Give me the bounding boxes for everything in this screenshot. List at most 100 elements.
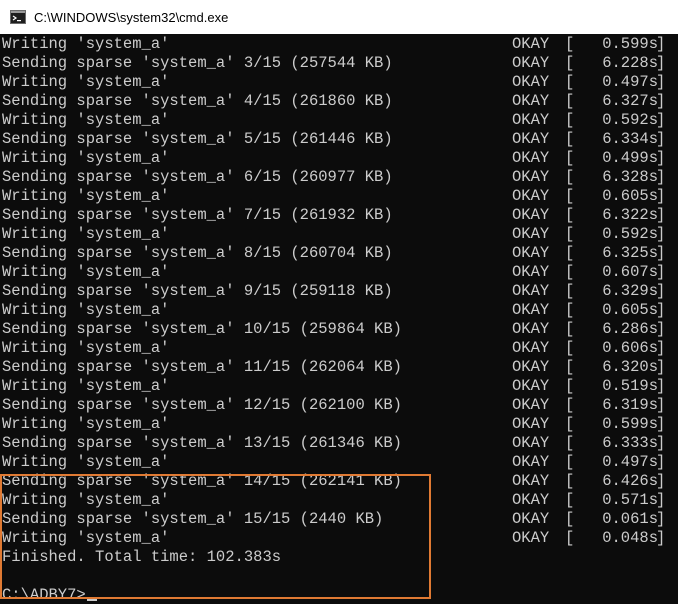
bracket-close: ]: [656, 472, 666, 490]
bracket-close: ]: [656, 415, 666, 433]
elapsed-time: 6.334s: [602, 130, 658, 148]
status-okay: OKAY: [512, 149, 550, 167]
elapsed-time: 6.329s: [602, 282, 658, 300]
log-message: Writing 'system_a': [2, 453, 170, 471]
elapsed-time: 0.497s: [602, 73, 658, 91]
log-line: Sending sparse 'system_a' 12/15 (262100 …: [2, 396, 678, 415]
log-message: Writing 'system_a': [2, 35, 170, 53]
log-message: Writing 'system_a': [2, 415, 170, 433]
elapsed-time: 0.497s: [602, 453, 658, 471]
bracket-close: ]: [656, 225, 666, 243]
elapsed-time: 0.599s: [602, 35, 658, 53]
bracket-close: ]: [656, 130, 666, 148]
log-message: Writing 'system_a': [2, 301, 170, 319]
elapsed-time: 6.322s: [602, 206, 658, 224]
log-line: Sending sparse 'system_a' 5/15 (261446 K…: [2, 130, 678, 149]
bracket-close: ]: [656, 54, 666, 72]
log-message: Writing 'system_a': [2, 149, 170, 167]
log-line: Sending sparse 'system_a' 7/15 (261932 K…: [2, 206, 678, 225]
log-message: Writing 'system_a': [2, 73, 170, 91]
log-message: Writing 'system_a': [2, 263, 170, 281]
status-okay: OKAY: [512, 35, 550, 53]
log-message: Writing 'system_a': [2, 377, 170, 395]
log-line: Writing 'system_a' OKAY[0.499s]: [2, 149, 678, 168]
log-message: Sending sparse 'system_a' 3/15 (257544 K…: [2, 54, 393, 72]
status-okay: OKAY: [512, 491, 550, 509]
elapsed-time: 0.499s: [602, 149, 658, 167]
elapsed-time: 0.519s: [602, 377, 658, 395]
status-okay: OKAY: [512, 130, 550, 148]
log-message: Sending sparse 'system_a' 13/15 (261346 …: [2, 434, 402, 452]
bracket-close: ]: [656, 149, 666, 167]
log-line: Writing 'system_a' OKAY[0.592s]: [2, 111, 678, 130]
log-line: Sending sparse 'system_a' 9/15 (259118 K…: [2, 282, 678, 301]
cmd-icon: [10, 9, 26, 25]
log-message: Sending sparse 'system_a' 10/15 (259864 …: [2, 320, 402, 338]
log-line: Sending sparse 'system_a' 8/15 (260704 K…: [2, 244, 678, 263]
log-message: Writing 'system_a': [2, 339, 170, 357]
log-line: Sending sparse 'system_a' 10/15 (259864 …: [2, 320, 678, 339]
log-line: Writing 'system_a' OKAY[0.605s]: [2, 187, 678, 206]
log-line: Sending sparse 'system_a' 14/15 (262141 …: [2, 472, 678, 491]
log-message: Sending sparse 'system_a' 4/15 (261860 K…: [2, 92, 393, 110]
log-line: Sending sparse 'system_a' 6/15 (260977 K…: [2, 168, 678, 187]
command-prompt[interactable]: C:\ADBY7>: [2, 586, 678, 604]
elapsed-time: 0.607s: [602, 263, 658, 281]
log-line: Writing 'system_a' OKAY[0.571s]: [2, 491, 678, 510]
log-message: Writing 'system_a': [2, 529, 170, 547]
status-okay: OKAY: [512, 529, 550, 547]
elapsed-time: 0.592s: [602, 225, 658, 243]
status-okay: OKAY: [512, 472, 550, 490]
elapsed-time: 0.061s: [602, 510, 658, 528]
log-message: Writing 'system_a': [2, 111, 170, 129]
status-okay: OKAY: [512, 111, 550, 129]
log-message: Sending sparse 'system_a' 9/15 (259118 K…: [2, 282, 393, 300]
status-okay: OKAY: [512, 73, 550, 91]
elapsed-time: 6.325s: [602, 244, 658, 262]
bracket-close: ]: [656, 263, 666, 281]
status-okay: OKAY: [512, 453, 550, 471]
bracket-close: ]: [656, 73, 666, 91]
log-message: Sending sparse 'system_a' 6/15 (260977 K…: [2, 168, 393, 186]
bracket-close: ]: [656, 491, 666, 509]
bracket-close: ]: [656, 35, 666, 53]
log-line: Writing 'system_a' OKAY[0.497s]: [2, 453, 678, 472]
bracket-close: ]: [656, 358, 666, 376]
status-okay: OKAY: [512, 54, 550, 72]
status-okay: OKAY: [512, 206, 550, 224]
log-line: Writing 'system_a' OKAY[0.607s]: [2, 263, 678, 282]
bracket-close: ]: [656, 529, 666, 547]
bracket-close: ]: [656, 111, 666, 129]
status-okay: OKAY: [512, 187, 550, 205]
log-message: Sending sparse 'system_a' 11/15 (262064 …: [2, 358, 402, 376]
log-message: Writing 'system_a': [2, 225, 170, 243]
log-message: Sending sparse 'system_a' 12/15 (262100 …: [2, 396, 402, 414]
log-line: Sending sparse 'system_a' 13/15 (261346 …: [2, 434, 678, 453]
elapsed-time: 0.606s: [602, 339, 658, 357]
status-okay: OKAY: [512, 434, 550, 452]
status-okay: OKAY: [512, 225, 550, 243]
log-message: Writing 'system_a': [2, 491, 170, 509]
elapsed-time: 0.605s: [602, 187, 658, 205]
status-okay: OKAY: [512, 168, 550, 186]
bracket-close: ]: [656, 339, 666, 357]
log-line: Writing 'system_a' OKAY[0.048s]: [2, 529, 678, 548]
elapsed-time: 6.328s: [602, 168, 658, 186]
status-okay: OKAY: [512, 415, 550, 433]
bracket-close: ]: [656, 168, 666, 186]
elapsed-time: 6.228s: [602, 54, 658, 72]
log-line: Writing 'system_a' OKAY[0.606s]: [2, 339, 678, 358]
elapsed-time: 6.426s: [602, 472, 658, 490]
title-bar[interactable]: C:\WINDOWS\system32\cmd.exe: [0, 0, 678, 34]
finished-line: Finished. Total time: 102.383s: [2, 548, 282, 566]
bracket-close: ]: [656, 453, 666, 471]
console-output[interactable]: Writing 'system_a' OKAY[0.599s] Sending sp…: [0, 34, 678, 604]
elapsed-time: 0.592s: [602, 111, 658, 129]
bracket-close: ]: [656, 206, 666, 224]
elapsed-time: 0.048s: [602, 529, 658, 547]
log-line: Writing 'system_a' OKAY[0.592s]: [2, 225, 678, 244]
log-message: Writing 'system_a': [2, 187, 170, 205]
elapsed-time: 6.319s: [602, 396, 658, 414]
bracket-close: ]: [656, 244, 666, 262]
log-line: Sending sparse 'system_a' 15/15 (2440 KB…: [2, 510, 678, 529]
